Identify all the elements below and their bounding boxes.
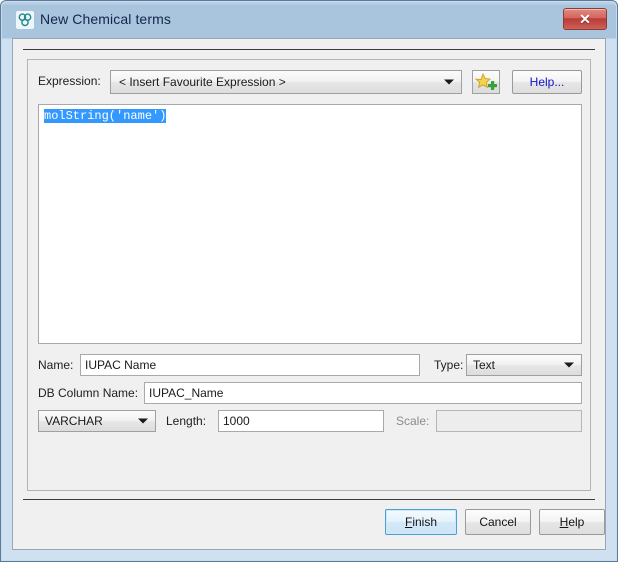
chevron-down-icon [444, 79, 454, 85]
expression-row: Expression: < Insert Favourite Expressio… [38, 70, 582, 94]
dialog-button-bar: Finish Cancel Help [13, 509, 607, 551]
type-label: Type: [434, 358, 464, 372]
db-column-label: DB Column Name: [38, 386, 139, 400]
expression-editor[interactable]: molString('name') [38, 104, 582, 344]
name-label: Name: [38, 358, 74, 372]
title-bar: New Chemical terms ✕ [2, 2, 616, 38]
chevron-down-icon [138, 418, 148, 424]
sql-type-select[interactable]: VARCHAR [38, 410, 156, 432]
header-separator [23, 49, 595, 50]
add-favourite-button[interactable] [472, 70, 500, 94]
favourite-expression-value: < Insert Favourite Expression > [119, 75, 286, 89]
expression-editor-text: molString('name') [44, 109, 167, 123]
expression-help-button[interactable]: Help... [512, 70, 582, 94]
length-label: Length: [166, 414, 207, 428]
expression-label: Expression: [38, 74, 101, 88]
type-value: Text [473, 358, 496, 372]
favourite-expression-select[interactable]: < Insert Favourite Expression > [110, 70, 462, 94]
scale-input [436, 410, 582, 432]
sql-type-row: VARCHAR Length: Scale: [38, 410, 582, 432]
finish-button-label: Finish [405, 515, 437, 529]
sql-type-value: VARCHAR [45, 414, 103, 428]
window-frame-inner: New Chemical terms ✕ Expression: < Inser… [2, 2, 616, 560]
close-button[interactable]: ✕ [563, 8, 607, 30]
help-button-label: Help [560, 515, 585, 529]
db-column-input[interactable] [144, 382, 582, 404]
content-panel: Expression: < Insert Favourite Expressio… [27, 59, 591, 491]
close-icon: ✕ [579, 10, 591, 27]
window-title: New Chemical terms [40, 11, 171, 27]
help-rest: elp [568, 515, 585, 529]
add-favourite-star-icon [474, 72, 497, 90]
footer-separator [23, 499, 595, 500]
dialog-window: New Chemical terms ✕ Expression: < Inser… [0, 0, 618, 562]
finish-rest: inish [412, 515, 438, 529]
expression-help-label: Help... [529, 75, 565, 89]
db-column-row: DB Column Name: [38, 382, 582, 404]
finish-button[interactable]: Finish [385, 509, 457, 535]
cancel-button-label: Cancel [479, 515, 517, 529]
length-input[interactable] [218, 410, 384, 432]
dialog-client-area: Expression: < Insert Favourite Expressio… [12, 38, 606, 550]
molecule-icon [16, 11, 34, 29]
expression-editor-line: molString('name') [44, 109, 167, 123]
cancel-button[interactable]: Cancel [465, 509, 531, 535]
type-select[interactable]: Text [466, 354, 582, 376]
name-input[interactable] [80, 354, 420, 376]
name-row: Name: Type: Text [38, 354, 582, 376]
chevron-down-icon [564, 362, 574, 368]
scale-label: Scale: [396, 414, 430, 428]
help-button[interactable]: Help [539, 509, 605, 535]
